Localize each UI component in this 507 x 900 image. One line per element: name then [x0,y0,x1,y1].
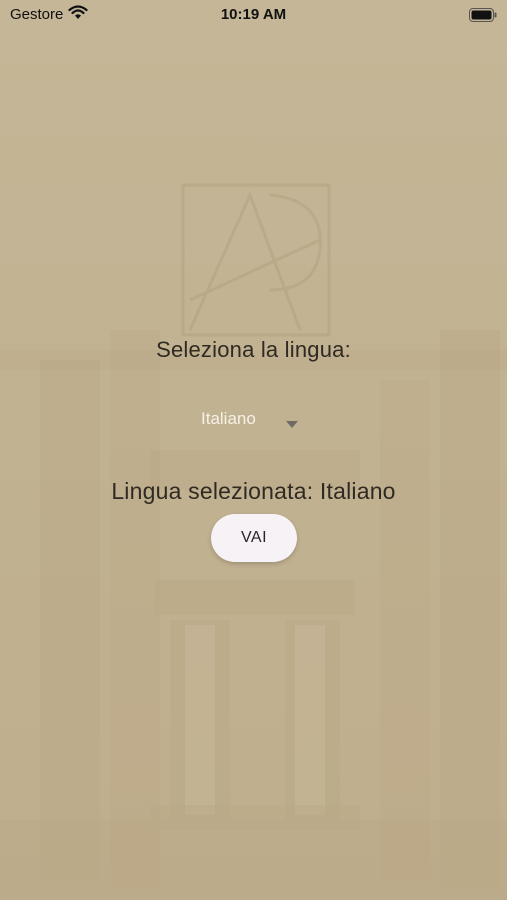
battery-icon [469,8,497,26]
clock: 10:19 AM [220,6,287,23]
status-bar: Gestore 10:19 AM [0,0,507,30]
language-dropdown-value: Italiano [201,409,256,428]
caret-down-icon [286,415,298,433]
background-image [0,0,507,900]
go-button[interactable]: VAI [211,514,297,562]
select-language-prompt: Seleziona la lingua: [156,337,351,362]
selected-language-text: Lingua selezionata: Italiano [111,478,396,504]
language-dropdown[interactable]: Italiano [200,406,310,432]
